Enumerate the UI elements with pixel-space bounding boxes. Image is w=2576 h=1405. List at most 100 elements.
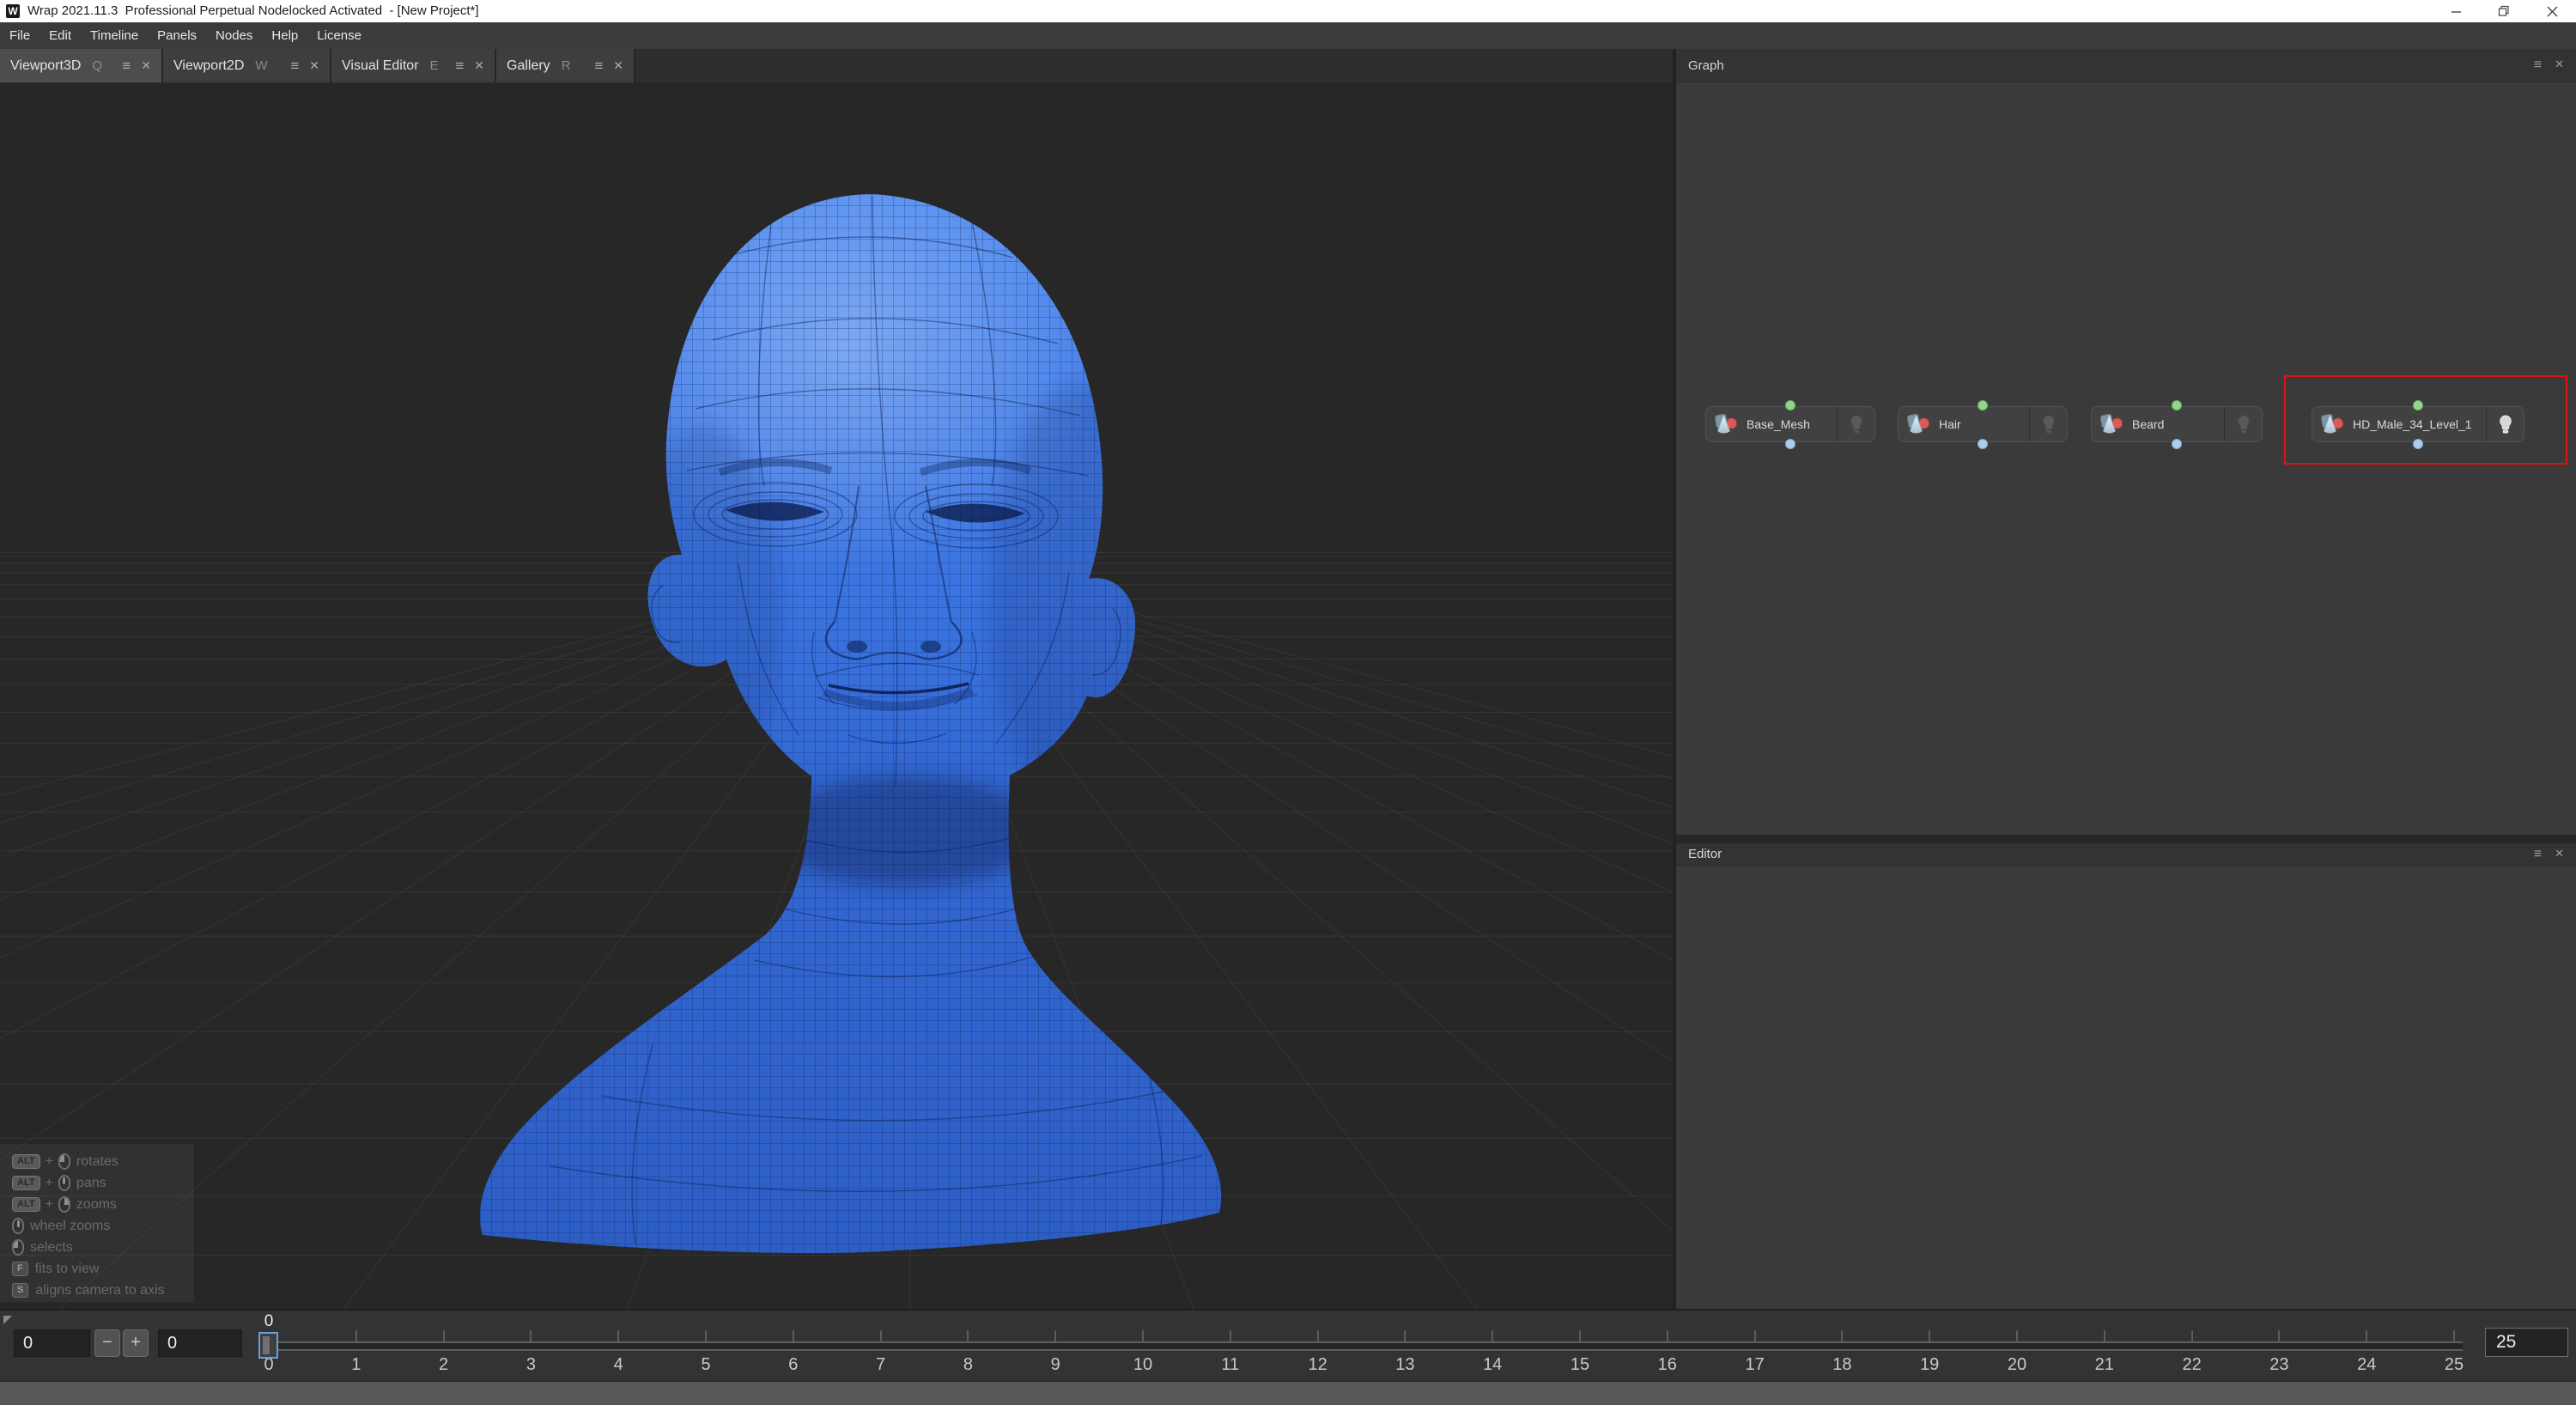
ruler-tick-label: 11	[1221, 1355, 1239, 1375]
viewport3d-canvas[interactable]: ALT+rotatesALT+pansALT+zoomswheel zoomss…	[0, 82, 1673, 1309]
ruler-tick	[2453, 1330, 2455, 1341]
editor-close-icon[interactable]: ✕	[2555, 847, 2564, 862]
mouse-left-button-icon	[12, 1239, 24, 1256]
graph-canvas[interactable]: Base_Mesh Hair Beard HD_Male_34_Level_1	[1676, 82, 2576, 835]
menu-item-file[interactable]: File	[0, 22, 39, 49]
ruler-tick	[2104, 1330, 2105, 1341]
ruler-tick	[1754, 1330, 1756, 1341]
visibility-bulb-icon[interactable]	[1849, 414, 1864, 435]
tab-close-icon[interactable]: ✕	[141, 58, 151, 73]
tab-viewport3d[interactable]: Viewport3D Q ≡ ✕	[0, 49, 163, 82]
menu-item-license[interactable]: License	[307, 22, 371, 49]
ruler-tick-label: 10	[1133, 1355, 1152, 1375]
tab-visual-editor[interactable]: Visual EditorE≡✕	[331, 49, 496, 82]
ruler-tick-label: 9	[1051, 1355, 1060, 1375]
close-button[interactable]	[2528, 0, 2576, 22]
status-bar	[0, 1380, 2576, 1405]
ruler-tick-label: 19	[1920, 1355, 1939, 1375]
graph-node-beard[interactable]: Beard	[2091, 406, 2263, 442]
timeline-playhead[interactable]	[258, 1332, 278, 1359]
visibility-bulb-icon[interactable]	[2236, 414, 2251, 435]
frame-counter-field[interactable]: 0	[158, 1329, 242, 1357]
frame-increment-button[interactable]: +	[123, 1329, 149, 1357]
ruler-tick-label: 25	[2445, 1355, 2464, 1375]
node-visibility-toggle[interactable]	[2029, 407, 2067, 441]
tab-close-icon[interactable]: ✕	[474, 58, 484, 73]
menu-item-panels[interactable]: Panels	[148, 22, 206, 49]
node-output-port[interactable]	[2172, 400, 2182, 411]
help-row: ALT+pans	[0, 1172, 194, 1194]
frame-start-field[interactable]: 0	[14, 1329, 90, 1357]
tab-menu-icon[interactable]: ≡	[594, 58, 603, 73]
ruler-tick-label: 5	[701, 1355, 710, 1375]
help-label: rotates	[76, 1154, 118, 1170]
ruler-tick-label: 22	[2182, 1355, 2201, 1375]
node-output-port[interactable]	[1978, 400, 1988, 411]
tab-close-icon[interactable]: ✕	[613, 58, 623, 73]
visibility-bulb-icon[interactable]	[2041, 414, 2057, 435]
editor-panel-title: Editor	[1688, 847, 1722, 861]
head-mesh[interactable]	[464, 160, 1254, 1293]
frame-end-field[interactable]: 25	[2485, 1328, 2568, 1357]
menu-item-timeline[interactable]: Timeline	[81, 22, 148, 49]
ruler-tick-label: 20	[2008, 1355, 2026, 1375]
graph-menu-icon[interactable]: ≡	[2534, 58, 2542, 73]
title-bar: W Wrap 2021.11.3 Professional Perpetual …	[0, 0, 2576, 22]
timeline-track[interactable]	[263, 1341, 2463, 1351]
mouse-mid-button-icon	[58, 1175, 70, 1191]
tab-shortcut: R	[562, 58, 571, 73]
tab-menu-icon[interactable]: ≡	[290, 58, 299, 73]
graph-close-icon[interactable]: ✕	[2555, 58, 2564, 73]
help-row: ALT+rotates	[0, 1151, 194, 1172]
tab-shortcut: W	[255, 58, 267, 73]
node-input-port[interactable]	[1785, 439, 1795, 449]
graph-node-hair[interactable]: Hair	[1898, 406, 2068, 442]
tab-viewport2d[interactable]: Viewport2DW≡✕	[163, 49, 331, 82]
ruler-tick-label: 23	[2269, 1355, 2288, 1375]
ruler-tick-label: 24	[2357, 1355, 2376, 1375]
wrap-application-window: W Wrap 2021.11.3 Professional Perpetual …	[0, 0, 2576, 1405]
node-label: Base_Mesh	[1747, 417, 1810, 431]
mouse-left-button-icon	[58, 1153, 70, 1170]
ruler-tick	[443, 1330, 445, 1341]
editor-canvas[interactable]	[1676, 866, 2576, 1309]
node-visibility-toggle[interactable]	[1837, 407, 1874, 441]
ruler-tick	[1492, 1330, 1493, 1341]
tab-label: Visual Editor	[342, 58, 419, 74]
plus-sign: +	[46, 1176, 53, 1191]
minimize-button[interactable]	[2432, 0, 2480, 22]
ruler-tick	[2278, 1330, 2280, 1341]
node-output-port[interactable]	[1785, 400, 1795, 411]
restore-button[interactable]	[2480, 0, 2528, 22]
editor-menu-icon[interactable]: ≡	[2534, 847, 2542, 862]
graph-node-base_mesh[interactable]: Base_Mesh	[1705, 406, 1875, 442]
tab-menu-icon[interactable]: ≡	[455, 58, 464, 73]
menu-item-edit[interactable]: Edit	[39, 22, 81, 49]
tab-gallery[interactable]: GalleryR≡✕	[496, 49, 635, 82]
mouse-right-button-icon	[58, 1196, 70, 1213]
ruler-tick-label: 8	[963, 1355, 973, 1375]
node-label: Beard	[2132, 417, 2164, 431]
ruler-tick-label: 21	[2095, 1355, 2114, 1375]
help-label: pans	[76, 1176, 106, 1191]
viewport-tab-bar: Viewport3DQ≡✕Viewport2DW≡✕Visual EditorE…	[0, 49, 1673, 82]
tab-menu-icon[interactable]: ≡	[122, 58, 131, 73]
ruler-tick	[1579, 1330, 1581, 1341]
node-visibility-toggle[interactable]	[2224, 407, 2262, 441]
help-row: ALT+zooms	[0, 1194, 194, 1215]
timeline-collapse-icon[interactable]	[3, 1315, 13, 1325]
timeline-bar: 0 − + 0 0 012345678910111213141516171819…	[0, 1309, 2576, 1380]
tab-label: Viewport3D	[10, 58, 81, 74]
menu-item-nodes[interactable]: Nodes	[206, 22, 262, 49]
editor-panel-header: Editor ≡ ✕	[1676, 839, 2576, 866]
ruler-tick	[2016, 1330, 2018, 1341]
tab-shortcut: Q	[92, 58, 102, 73]
frame-decrement-button[interactable]: −	[94, 1329, 120, 1357]
node-label: Hair	[1939, 417, 1961, 431]
menu-item-help[interactable]: Help	[262, 22, 307, 49]
tab-close-icon[interactable]: ✕	[309, 58, 319, 73]
node-input-port[interactable]	[2172, 439, 2182, 449]
ruler-tick	[1404, 1330, 1406, 1341]
ruler-tick	[355, 1330, 357, 1341]
node-input-port[interactable]	[1978, 439, 1988, 449]
